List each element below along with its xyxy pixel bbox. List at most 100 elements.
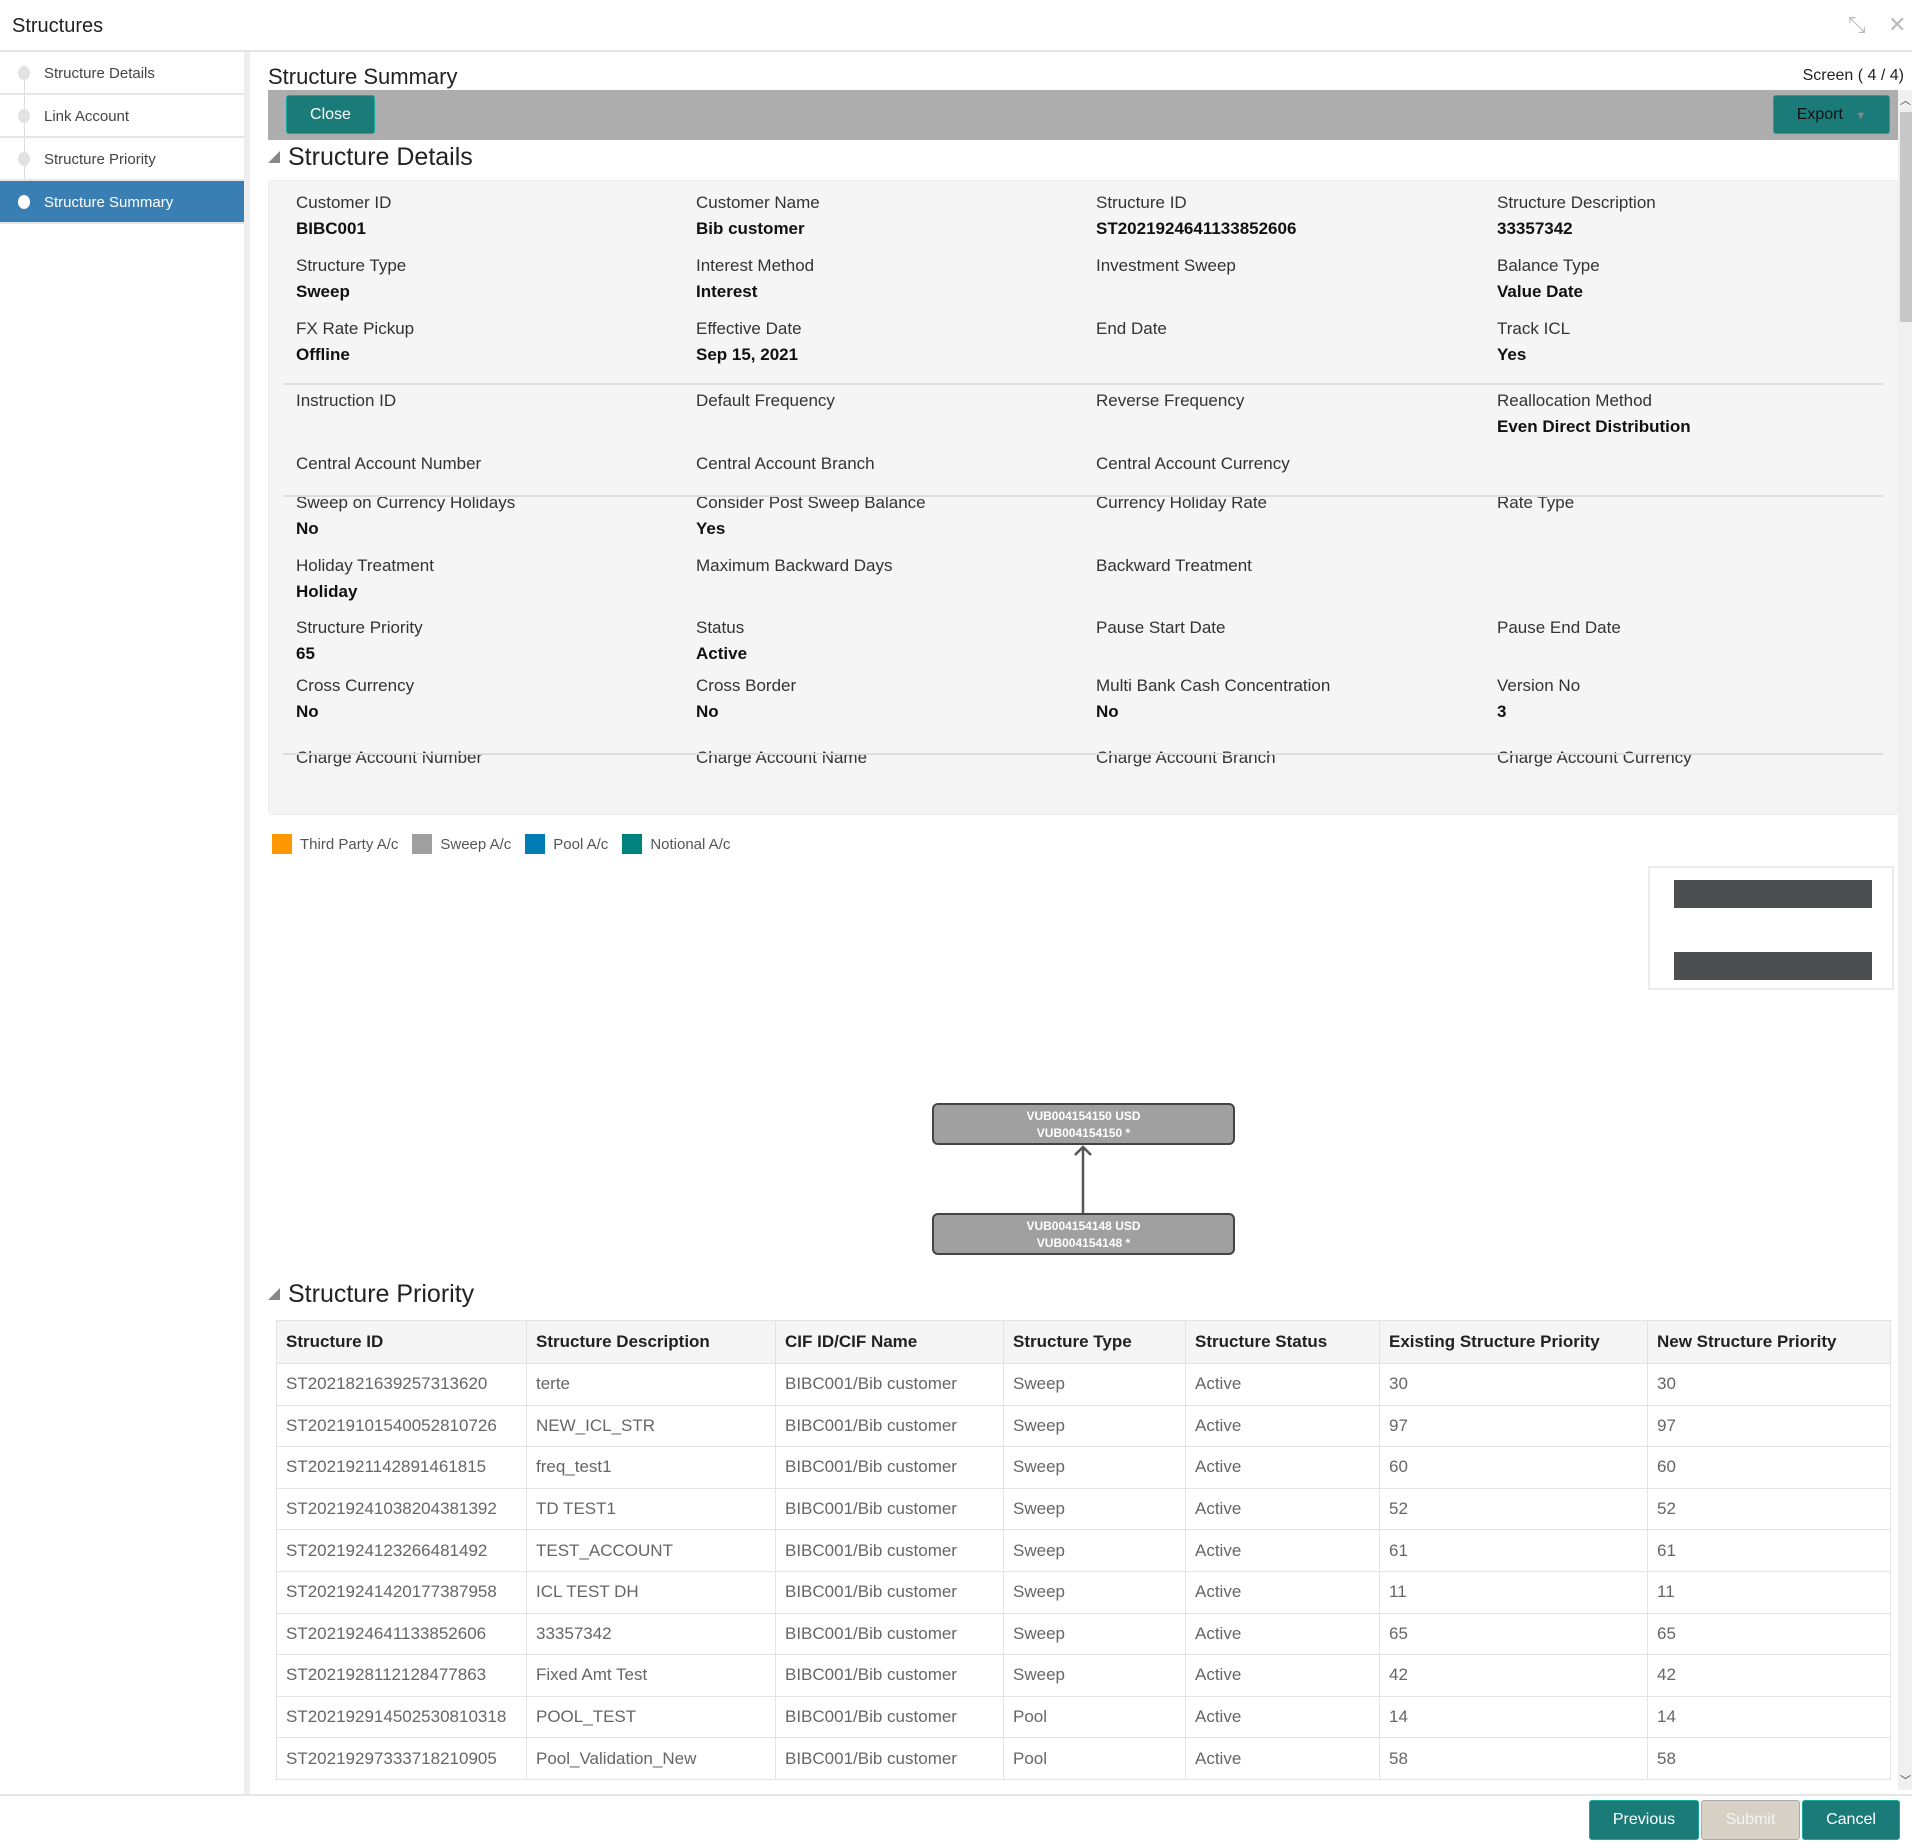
table-header-row: Structure ID Structure Description CIF ID/… <box>276 1320 1891 1364</box>
field-label: Backward Treatment <box>1096 556 1252 575</box>
section-title: Structure Priority <box>288 1280 475 1308</box>
detail-field: Cross Currency No <box>296 676 686 722</box>
table-row[interactable]: ST20219241420177387958 ICL TEST DH BIBC001… <box>276 1570 1891 1614</box>
field-value: Value Date <box>1497 282 1583 301</box>
table-cell: Active <box>1185 1363 1380 1406</box>
table-cell: 11 <box>1647 1570 1891 1614</box>
column-header[interactable]: Structure Description <box>526 1320 776 1364</box>
compress-icon[interactable]: ⤡ <box>1848 12 1866 38</box>
table-cell: 60 <box>1647 1446 1891 1489</box>
field-value: Interest <box>696 282 758 301</box>
table-cell: BIBC001/Bib customer <box>775 1570 1004 1614</box>
table-cell: BIBC001/Bib customer <box>775 1529 1004 1572</box>
table-row[interactable]: ST2021924641133852606 33357342 BIBC001/Bib… <box>276 1612 1891 1656</box>
priority-table: Structure ID Structure Description CIF ID/… <box>276 1320 1891 1780</box>
section-divider <box>283 753 1883 755</box>
scroll-down-icon[interactable]: ﹀ <box>1900 1772 1911 1788</box>
table-cell: Active <box>1185 1487 1380 1531</box>
scroll-up-icon[interactable]: ︿ <box>1900 92 1911 108</box>
legend-item: Sweep A/c <box>412 834 511 854</box>
table-cell: NEW_ICL_STR <box>526 1404 776 1448</box>
export-button[interactable]: Export ▼ <box>1773 95 1890 134</box>
detail-field: Version No 3 <box>1497 676 1887 722</box>
field-value: Yes <box>696 519 726 538</box>
field-label: FX Rate Pickup <box>296 319 415 338</box>
column-header[interactable]: Existing Structure Priority <box>1379 1320 1648 1364</box>
submit-button[interactable]: Submit <box>1701 1800 1800 1840</box>
legend-label: Sweep A/c <box>440 835 512 853</box>
previous-button[interactable]: Previous <box>1589 1800 1699 1840</box>
table-row[interactable]: ST20219297333718210905 Pool_Validation_Ne… <box>276 1737 1891 1780</box>
field-label: Structure ID <box>1096 193 1187 212</box>
field-label: Multi Bank Cash Concentration <box>1096 676 1331 695</box>
cancel-button[interactable]: Cancel <box>1802 1800 1900 1840</box>
detail-field: Investment Sweep <box>1096 256 1486 282</box>
column-header[interactable]: Structure ID <box>276 1320 527 1364</box>
field-label: Charge Account Number <box>296 748 483 767</box>
table-cell: BIBC001/Bib customer <box>775 1695 1004 1739</box>
step-dot-icon <box>18 109 30 123</box>
table-row[interactable]: ST2021928112128477863 Fixed Amt Test BIBC0… <box>276 1654 1891 1697</box>
screen-indicator: Screen ( 4 / 4) <box>1802 67 1904 84</box>
footer-divider <box>0 1794 1912 1796</box>
node-account-currency: VUB004154148 USD <box>1026 1219 1141 1233</box>
priority-table-wrap: Structure ID Structure Description CIF ID/… <box>276 1320 1891 1780</box>
field-label: Central Account Number <box>296 454 482 473</box>
field-label: Central Account Branch <box>696 454 875 473</box>
column-header[interactable]: Structure Status <box>1185 1320 1380 1364</box>
field-label: Charge Account Name <box>696 748 868 767</box>
column-header[interactable]: New Structure Priority <box>1647 1320 1891 1364</box>
table-cell: POOL_TEST <box>526 1695 776 1739</box>
node-account-currency: VUB004154150 USD <box>1026 1109 1141 1123</box>
sidebar-item-structure-summary[interactable]: Structure Summary <box>0 181 244 224</box>
legend-label: Third Party A/c <box>300 835 399 853</box>
table-row[interactable]: ST202192914502530810318 POOL_TEST BIBC001/… <box>276 1695 1891 1739</box>
table-cell: 52 <box>1379 1487 1648 1531</box>
table-cell: Sweep <box>1003 1404 1186 1448</box>
table-row[interactable]: ST2021921142891461815 freq_test1 BIBC001/B… <box>276 1446 1891 1489</box>
field-label: Holiday Treatment <box>296 556 434 575</box>
table-row[interactable]: ST2021924123266481492 TEST_ACCOUNT BIBC001… <box>276 1529 1891 1572</box>
sidebar-item-link-account[interactable]: Link Account <box>0 95 244 138</box>
detail-field: Charge Account Name <box>696 748 1086 774</box>
close-icon[interactable]: ✕ <box>1888 12 1906 38</box>
field-label: Investment Sweep <box>1096 256 1236 275</box>
column-header[interactable]: CIF ID/CIF Name <box>775 1320 1004 1364</box>
table-cell: terte <box>526 1363 776 1406</box>
close-button[interactable]: Close <box>286 95 375 134</box>
table-cell: Sweep <box>1003 1612 1186 1656</box>
table-cell: Active <box>1185 1695 1380 1739</box>
table-row[interactable]: ST20219241038204381392 TD TEST1 BIBC001/Bi… <box>276 1487 1891 1531</box>
field-value: No <box>1096 702 1119 721</box>
sidebar-item-structure-details[interactable]: Structure Details <box>0 52 244 95</box>
field-label: Central Account Currency <box>1096 454 1290 473</box>
collapse-triangle-icon <box>268 151 280 163</box>
table-cell: 14 <box>1647 1695 1891 1739</box>
structure-details-header[interactable]: Structure Details <box>268 143 473 172</box>
field-label: Balance Type <box>1497 256 1600 275</box>
table-cell: 61 <box>1647 1529 1891 1572</box>
table-row[interactable]: ST2021910154005281072​6 NEW_ICL_STR BIBC00… <box>276 1404 1891 1448</box>
detail-field: Interest Method Interest <box>696 256 1086 302</box>
table-row[interactable]: ST2021821639257313620 terte BIBC001/Bib cu… <box>276 1363 1891 1406</box>
table-cell: 61 <box>1379 1529 1648 1572</box>
detail-field: Central Account Number <box>296 454 686 480</box>
column-header[interactable]: Structure Type <box>1003 1320 1186 1364</box>
scrollbar-thumb[interactable] <box>1900 112 1912 322</box>
vertical-scrollbar[interactable]: ︿ ﹀ <box>1898 90 1912 1790</box>
diagram-node-child[interactable]: VUB004154148 USD VUB004154148 * <box>932 1213 1235 1255</box>
collapse-triangle-icon <box>268 1288 280 1300</box>
diagram-minimap[interactable] <box>1648 866 1894 990</box>
table-cell: 14 <box>1379 1695 1648 1739</box>
field-value: Offline <box>296 345 350 364</box>
field-label: Track ICL <box>1497 319 1571 338</box>
detail-field: Central Account Currency <box>1096 454 1486 480</box>
table-cell: TD TEST1 <box>526 1487 776 1531</box>
detail-field: Instruction ID <box>296 391 686 417</box>
table-cell: 42 <box>1647 1654 1891 1697</box>
structure-priority-header[interactable]: Structure Priority <box>268 1280 474 1309</box>
sidebar-item-structure-priority[interactable]: Structure Priority <box>0 138 244 181</box>
detail-field: Backward Treatment <box>1096 556 1486 582</box>
diagram-node-parent[interactable]: VUB004154150 USD VUB004154150 * <box>932 1103 1235 1145</box>
table-cell: ST2021924641133852606 <box>276 1612 527 1656</box>
